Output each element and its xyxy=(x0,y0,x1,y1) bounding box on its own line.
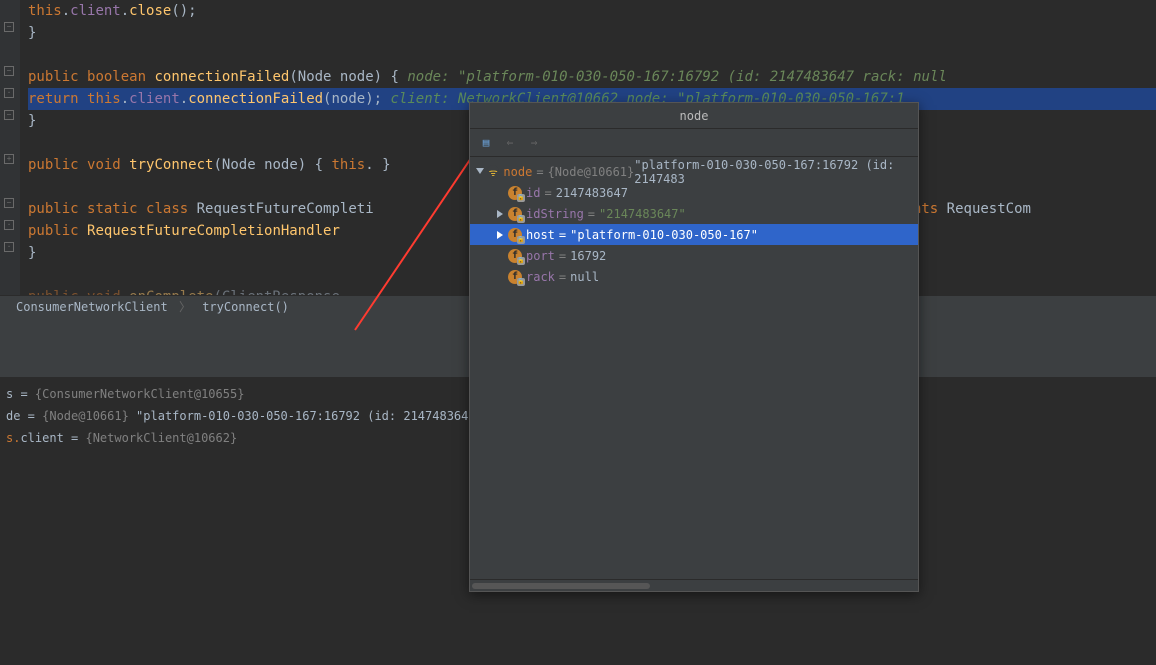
fold-icon[interactable]: · xyxy=(4,242,14,252)
variable-tree[interactable]: ᯤ node = {Node@10661} "platform-010-030-… xyxy=(470,157,918,579)
popup-toolbar: ▤ ⇐ ⇒ xyxy=(470,129,918,157)
folder-icon[interactable]: ▤ xyxy=(478,135,494,151)
lock-icon: 🔒 xyxy=(517,194,525,202)
tree-node-field[interactable]: 🔒 idString = "2147483647" xyxy=(470,203,918,224)
lock-icon: 🔒 xyxy=(517,257,525,265)
fold-icon[interactable]: − xyxy=(4,66,14,76)
caret-right-icon[interactable] xyxy=(496,230,506,240)
fold-icon[interactable]: − xyxy=(4,110,14,120)
caret-right-icon[interactable] xyxy=(496,209,506,219)
back-icon[interactable]: ⇐ xyxy=(502,135,518,151)
tree-node-field[interactable]: 🔒 rack = null xyxy=(470,266,918,287)
lock-icon: 🔒 xyxy=(517,236,525,244)
forward-icon[interactable]: ⇒ xyxy=(526,135,542,151)
fold-icon[interactable]: · xyxy=(4,88,14,98)
tree-node-field-selected[interactable]: 🔒 host = "platform-010-030-050-167" xyxy=(470,224,918,245)
watch-icon: ᯤ xyxy=(487,165,500,179)
field-icon: 🔒 xyxy=(508,207,522,221)
breadcrumb-item[interactable]: ConsumerNetworkClient xyxy=(16,300,168,314)
tree-node-root[interactable]: ᯤ node = {Node@10661} "platform-010-030-… xyxy=(470,161,918,182)
scrollbar-thumb[interactable] xyxy=(472,583,650,589)
field-icon: 🔒 xyxy=(508,228,522,242)
field-icon: 🔒 xyxy=(508,186,522,200)
lock-icon: 🔒 xyxy=(517,215,525,223)
popup-title: node xyxy=(470,103,918,129)
fold-icon[interactable]: − xyxy=(4,22,14,32)
breadcrumb-item[interactable]: tryConnect() xyxy=(202,300,289,314)
field-icon: 🔒 xyxy=(508,249,522,263)
horizontal-scrollbar[interactable] xyxy=(470,579,918,591)
evaluate-popup: node ▤ ⇐ ⇒ ᯤ node = {Node@10661} "platfo… xyxy=(469,102,919,592)
lock-icon: 🔒 xyxy=(517,278,525,286)
fold-icon[interactable]: − xyxy=(4,198,14,208)
tree-node-field[interactable]: 🔒 port = 16792 xyxy=(470,245,918,266)
fold-icon[interactable]: · xyxy=(4,220,14,230)
chevron-right-icon: 〉 xyxy=(179,300,191,314)
fold-icon[interactable]: + xyxy=(4,154,14,164)
field-icon: 🔒 xyxy=(508,270,522,284)
caret-down-icon[interactable] xyxy=(476,167,485,177)
editor-gutter: − − · − + − · · xyxy=(0,0,20,295)
